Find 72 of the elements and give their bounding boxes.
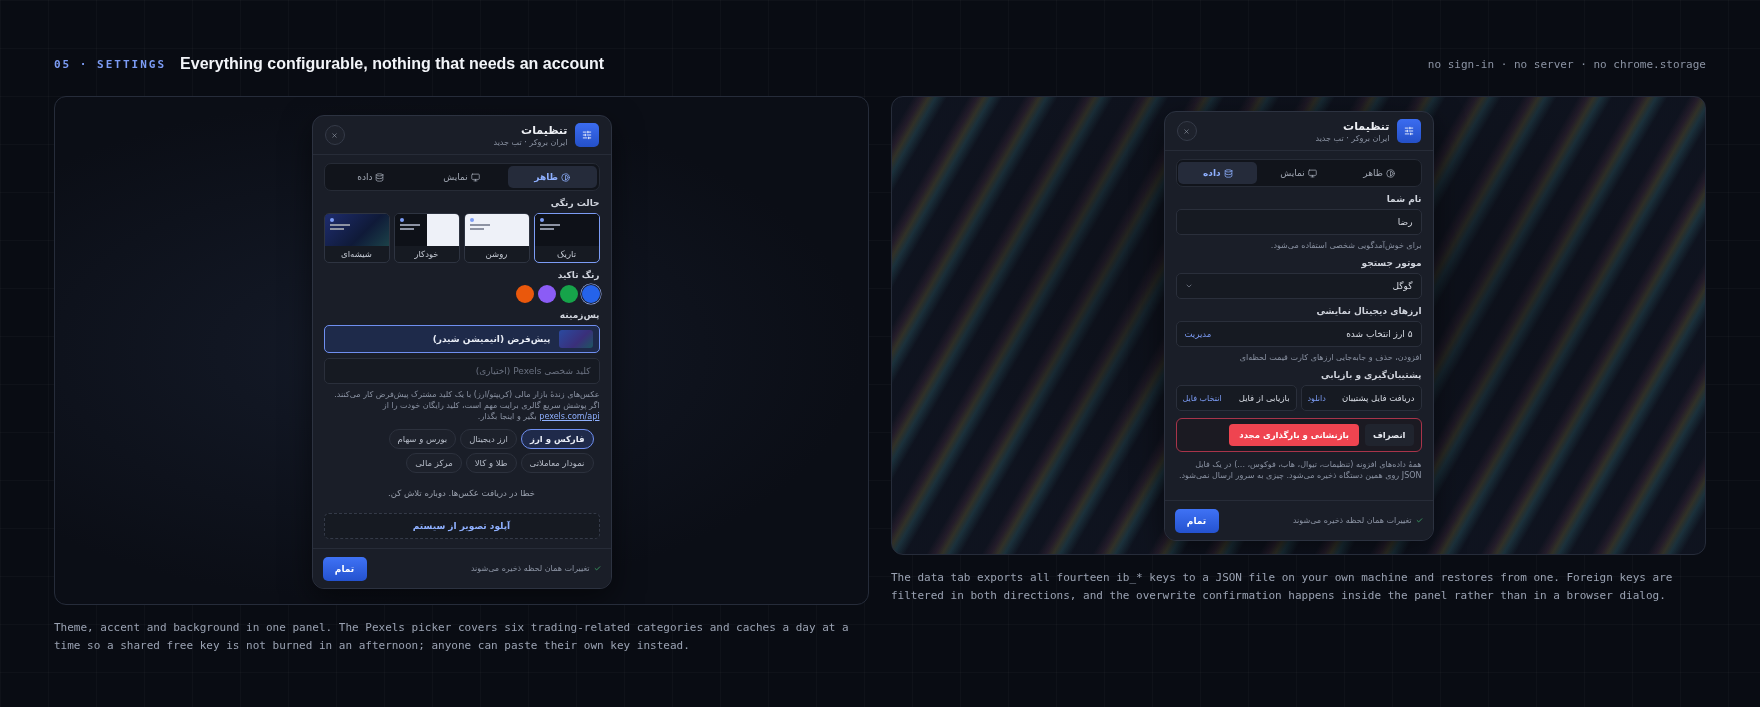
theme-option[interactable]: شیشه‌ای — [323, 213, 390, 263]
backup-card-label: بازیابی از فایل — [1238, 393, 1290, 403]
settings-tab[interactable]: ظاهر — [507, 166, 597, 188]
background-thumbnail — [558, 330, 593, 348]
done-button[interactable]: تمام — [322, 556, 367, 581]
backup-action-link[interactable]: انتخاب فایل — [1182, 393, 1222, 403]
upload-button[interactable]: آپلود تصویر از سیستم — [323, 513, 600, 539]
contrast-icon — [561, 172, 570, 182]
theme-option[interactable]: تاریک — [533, 213, 600, 263]
monitor-icon — [470, 172, 480, 182]
close-icon — [331, 131, 338, 139]
category-chip[interactable]: مرکز مالی — [406, 453, 462, 473]
database-icon — [375, 172, 385, 182]
autosave-status: تغییرات همان لحظه ذخیره می‌شوند — [1292, 516, 1412, 525]
hint-text: برای خوش‌آمدگویی شخصی استفاده می‌شود. — [1269, 240, 1422, 251]
name-field[interactable]: رضا — [1175, 209, 1422, 235]
theme-option[interactable]: خودکار — [393, 213, 460, 263]
section-label: ارزهای دیجیتال نمایشی — [1315, 306, 1422, 316]
accent-swatch[interactable] — [559, 285, 578, 303]
background-option[interactable]: پیش‌فرض (انیمیشن شیدر) — [323, 325, 600, 353]
pexels-link[interactable]: pexels.com/api — [539, 412, 600, 421]
database-icon — [1223, 168, 1233, 178]
accent-swatch[interactable] — [515, 285, 534, 303]
category-chip[interactable]: طلا و کالا — [465, 453, 517, 473]
accent-swatch[interactable] — [537, 285, 556, 303]
category-chip[interactable]: ارز دیجیتال — [460, 429, 517, 449]
autosave-status: تغییرات همان لحظه ذخیره می‌شوند — [470, 564, 590, 573]
accent-swatch[interactable] — [581, 285, 600, 303]
backup-card-label: دریافت فایل پشتیبان — [1341, 393, 1415, 403]
cancel-button[interactable]: انصراف — [1364, 424, 1414, 446]
section-label: پس‌زمینه — [558, 310, 600, 320]
done-button[interactable]: تمام — [1174, 508, 1219, 533]
category-chip[interactable]: بورس و سهام — [388, 429, 457, 449]
section-label: نام شما — [1385, 194, 1422, 204]
manage-link[interactable]: مدیریت — [1184, 329, 1212, 339]
chevron-down-icon — [1184, 282, 1193, 290]
settings-tab[interactable]: نمایش — [417, 166, 506, 188]
modal-title: تنظیمات — [1342, 119, 1390, 133]
modal-subtitle: ایران بروکر · تب جدید — [493, 137, 568, 147]
section-label: رنگ تاکید — [556, 270, 600, 280]
search-engine-select[interactable]: گوگل — [1175, 273, 1422, 299]
settings-tab[interactable]: داده — [326, 166, 416, 188]
modal-subtitle: ایران بروکر · تب جدید — [1315, 133, 1390, 143]
contrast-icon — [1386, 168, 1395, 178]
sliders-icon — [574, 123, 599, 147]
section-label: حالت رنگی — [549, 198, 600, 208]
check-icon — [1415, 517, 1423, 524]
close-icon — [1183, 127, 1190, 135]
category-chip[interactable]: فارکس و ارز — [521, 429, 594, 449]
note-text: همهٔ داده‌های افزونه (تنظیمات، تیوال، هاب، فوکوس، ...) در یک فایل JSON روی همین دستگاه ذخیره می‌شود. چیزی به سرور ارسال نمی‌شود. — [1177, 459, 1422, 481]
settings-tab[interactable]: نمایش — [1259, 162, 1338, 184]
hint-text: افزودن، حذف و جابه‌جایی ارزهای کارت قیمت لحظه‌ای — [1238, 352, 1422, 363]
settings-tab[interactable]: ظاهر — [1339, 162, 1419, 184]
header-note: no sign-in · no server · no chrome.storage — [1427, 57, 1706, 71]
selection-count: ۵ ارز انتخاب شده — [1346, 329, 1413, 339]
theme-option[interactable]: روشن — [463, 213, 530, 263]
modal-title: تنظیمات — [520, 123, 568, 137]
section-label: موتور جستجو — [1360, 258, 1422, 268]
backup-action-link[interactable]: دانلود — [1307, 393, 1326, 403]
section-title: Everything configurable, nothing that needs an account — [180, 55, 605, 73]
section-eyebrow: 05 · SETTINGS — [54, 57, 167, 71]
settings-tab[interactable]: داده — [1178, 162, 1258, 184]
section-label: پشتیبان‌گیری و بازیابی — [1320, 370, 1422, 380]
error-message: خطا در دریافت عکس‌ها. دوباره تلاش کن. — [387, 488, 536, 498]
caption-text: Theme, accent and background in one panel. The Pexels picker covers six trading-related categories and caches a day at a time so a shared free key is not burned in an afternoon; anyone can paste their own key instead. — [54, 620, 850, 654]
caption-text: The data tab exports all fourteen ib_* keys to a JSON file on your own machine and restores from one. Foreign keys are filtered in both directions, and the overwrite confirmation happens inside the panel rather than in a browser dialog. — [891, 570, 1674, 604]
check-icon — [593, 565, 601, 572]
reset-reload-button[interactable]: بازنشانی و بارگذاری مجدد — [1229, 424, 1359, 446]
api-key-field[interactable]: کلید شخصی Pexels (اختیاری) — [323, 358, 600, 384]
monitor-icon — [1307, 168, 1317, 178]
sliders-icon — [1396, 119, 1421, 143]
category-chip[interactable]: نمودار معاملاتی — [520, 453, 594, 473]
